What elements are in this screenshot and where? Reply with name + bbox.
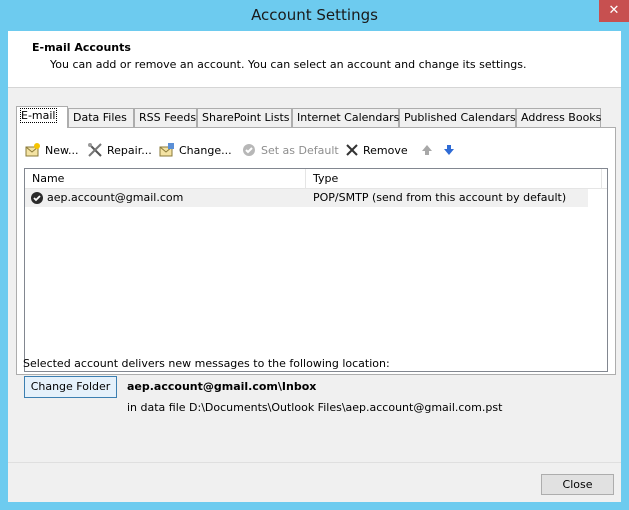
tab-address-books[interactable]: Address Books bbox=[516, 108, 601, 127]
tab-internet-calendars-label: Internet Calendars bbox=[297, 111, 400, 124]
inbox-path: aep.account@gmail.com\Inbox bbox=[127, 380, 317, 393]
account-row[interactable]: aep.account@gmail.com POP/SMTP (send fro… bbox=[25, 189, 588, 207]
column-header-name[interactable]: Name bbox=[25, 169, 306, 189]
check-circle-icon bbox=[243, 144, 255, 156]
tab-published-calendars-label: Published Calendars bbox=[404, 111, 516, 124]
accounts-list[interactable]: Name Type aep.account@gmail.com POP/SMTP… bbox=[24, 168, 608, 372]
tab-sharepoint-lists[interactable]: SharePoint Lists bbox=[197, 108, 292, 127]
new-account-label: New... bbox=[45, 143, 79, 157]
change-button[interactable]: Change... bbox=[159, 139, 232, 161]
repair-button[interactable]: Repair... bbox=[87, 139, 152, 161]
arrow-down-icon bbox=[444, 145, 454, 155]
remove-label: Remove bbox=[363, 143, 408, 157]
account-settings-window: Account Settings ✕ E-mail Accounts You c… bbox=[0, 0, 629, 510]
window-title: Account Settings bbox=[251, 6, 378, 24]
tab-address-books-label: Address Books bbox=[521, 111, 602, 124]
header-subtitle: You can add or remove an account. You ca… bbox=[50, 58, 527, 71]
tab-sharepoint-lists-label: SharePoint Lists bbox=[202, 111, 290, 124]
accounts-toolbar: New... Repair... Change... Set as Defaul… bbox=[25, 139, 605, 161]
tab-published-calendars[interactable]: Published Calendars bbox=[399, 108, 516, 127]
tab-data-files-label: Data Files bbox=[73, 111, 127, 124]
delivery-location-label: Selected account delivers new messages t… bbox=[23, 357, 390, 370]
change-account-icon bbox=[159, 143, 174, 157]
account-type: POP/SMTP (send from this account by defa… bbox=[313, 191, 567, 204]
tab-internet-calendars[interactable]: Internet Calendars bbox=[292, 108, 399, 127]
tab-data-files[interactable]: Data Files bbox=[68, 108, 134, 127]
email-tab-panel: New... Repair... Change... Set as Defaul… bbox=[16, 127, 616, 375]
arrow-up-icon bbox=[422, 145, 432, 155]
column-header-type[interactable]: Type bbox=[306, 169, 602, 189]
tab-rss-feeds[interactable]: RSS Feeds bbox=[134, 108, 197, 127]
move-up-button[interactable] bbox=[421, 139, 437, 161]
change-label: Change... bbox=[179, 143, 232, 157]
tab-strip: E-mail Data Files RSS Feeds SharePoint L… bbox=[16, 106, 616, 128]
tab-email-label: E-mail bbox=[20, 108, 57, 123]
tab-email[interactable]: E-mail bbox=[16, 106, 68, 128]
move-down-button[interactable] bbox=[443, 139, 459, 161]
default-account-check-icon bbox=[31, 192, 43, 204]
repair-tools-icon bbox=[88, 143, 102, 157]
dialog-client-area: E-mail Accounts You can add or remove an… bbox=[8, 31, 621, 502]
repair-label: Repair... bbox=[107, 143, 152, 157]
list-header: Name Type bbox=[25, 169, 607, 189]
title-bar[interactable]: Account Settings ✕ bbox=[0, 0, 629, 31]
set-as-default-label: Set as Default bbox=[261, 143, 339, 157]
header-title: E-mail Accounts bbox=[32, 41, 131, 54]
new-account-icon bbox=[25, 143, 40, 157]
dialog-footer: Close bbox=[8, 462, 621, 502]
close-button[interactable]: Close bbox=[541, 474, 614, 495]
remove-button[interactable]: Remove bbox=[345, 139, 408, 161]
change-folder-button[interactable]: Change Folder bbox=[24, 376, 117, 398]
set-as-default-button[interactable]: Set as Default bbox=[241, 139, 339, 161]
account-name: aep.account@gmail.com bbox=[47, 191, 184, 204]
x-icon bbox=[346, 144, 358, 156]
data-file-path: in data file D:\Documents\Outlook Files\… bbox=[127, 401, 503, 414]
tab-rss-feeds-label: RSS Feeds bbox=[139, 111, 197, 124]
dialog-header: E-mail Accounts You can add or remove an… bbox=[8, 31, 621, 88]
new-account-button[interactable]: New... bbox=[25, 139, 78, 161]
window-close-icon[interactable]: ✕ bbox=[599, 0, 629, 22]
